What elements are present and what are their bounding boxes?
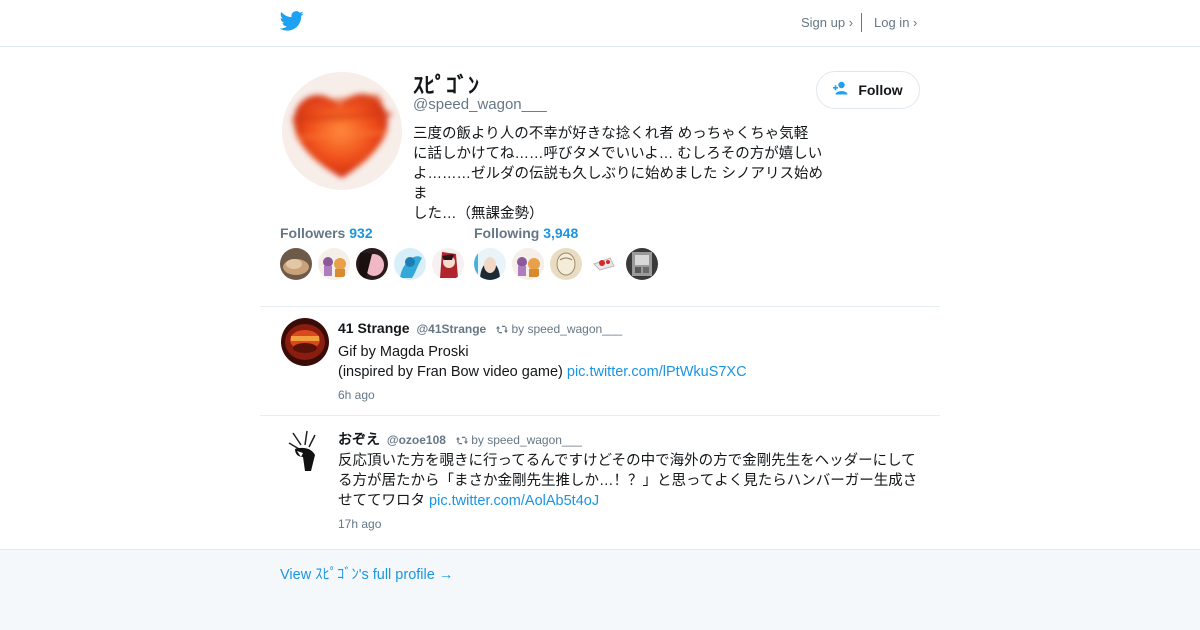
profile-screen-name: @speed_wagon___ [413, 96, 547, 113]
tweet-author-handle[interactable]: @ozoe108 [387, 433, 446, 447]
following-label: Following [474, 225, 540, 241]
following-avatar[interactable] [550, 248, 582, 280]
bio-line: に話しかけてね……呼びタメでいいよ… むしろその方が嬉しい [413, 146, 823, 162]
following-avatar[interactable] [512, 248, 544, 280]
follower-avatar[interactable] [280, 248, 312, 280]
retweeted-by: by speed_wagon___ [471, 433, 582, 447]
sign-up-link[interactable]: Sign up › [801, 15, 853, 30]
tweet-text-line: Gif by Magda Proski [338, 344, 469, 360]
add-user-icon [833, 81, 850, 100]
tweet-timestamp[interactable]: 6h ago [338, 388, 375, 402]
tweet-text-span: 反応頂いた方を覗きに行ってるんですけどその中で海外の方で金剛先生をヘッダーにして… [338, 453, 918, 509]
retweet-info: by speed_wagon___ [496, 322, 622, 336]
bio-line: よ………ゼルダの伝説も久しぶりに始めました シノアリス始めま [413, 166, 824, 202]
following-count: 3,948 [543, 225, 579, 241]
tweet-author: 41 Strange @41Strange by speed_wagon___ [338, 320, 622, 336]
profile-bio: 三度の飯より人の不幸が好きな捻くれ者 めっちゃくちゃ気軽 に話しかけてね……呼び… [413, 124, 833, 224]
follower-avatar[interactable] [318, 248, 350, 280]
top-bar: Sign up › Log in › [0, 0, 1200, 47]
tweet-media-link[interactable]: pic.twitter.com/lPtWkuS7XC [567, 364, 747, 380]
tweet-author-handle[interactable]: @41Strange [416, 322, 486, 336]
follow-button-label: Follow [858, 82, 903, 98]
following-avatar[interactable] [626, 248, 658, 280]
tweet-media-link[interactable]: pic.twitter.com/AolAb5t4oJ [429, 493, 599, 509]
footer: View ｽﾋﾟｺﾞﾝ's full profile → [0, 549, 1200, 630]
log-in-link[interactable]: Log in › [874, 15, 917, 30]
retweeted-by: by speed_wagon___ [511, 322, 623, 336]
tweet-author-name[interactable]: 41 Strange [338, 320, 410, 336]
following-stat[interactable]: Following 3,948 [474, 225, 578, 241]
tweet-text: Gif by Magda Proski (inspired by Fran Bo… [338, 342, 930, 382]
divider [260, 415, 940, 416]
retweet-info: by speed_wagon___ [455, 433, 582, 447]
following-avatar[interactable] [474, 248, 506, 280]
tweet-text: 反応頂いた方を覗きに行ってるんですけどその中で海外の方で金剛先生をヘッダーにして… [338, 451, 930, 511]
twitter-bird-icon[interactable] [279, 11, 304, 31]
bio-line: した…（無課金勢） [413, 206, 544, 222]
follower-avatar[interactable] [432, 248, 464, 280]
tweet-author-name[interactable]: おぞえ [338, 431, 380, 447]
tweet-text-line: (inspired by Fran Bow video game) pic.tw… [338, 362, 930, 382]
tweet-author-avatar[interactable] [281, 318, 329, 366]
follow-button[interactable]: Follow [816, 71, 920, 109]
retweet-icon [496, 322, 511, 336]
tweet-timestamp[interactable]: 17h ago [338, 517, 381, 531]
retweet-icon [455, 433, 471, 447]
following-avatar[interactable] [588, 248, 620, 280]
followers-stat[interactable]: Followers 932 [280, 225, 373, 241]
tweet-text-span: (inspired by Fran Bow video game) [338, 364, 567, 380]
followers-label: Followers [280, 225, 346, 241]
follower-avatar[interactable] [394, 248, 426, 280]
tweet-author: おぞえ @ozoe108 by speed_wagon___ [338, 429, 582, 449]
divider [260, 306, 940, 307]
nav-divider [861, 13, 862, 32]
followers-count: 932 [349, 225, 373, 241]
follower-avatar[interactable] [356, 248, 388, 280]
view-full-profile-link[interactable]: View ｽﾋﾟｺﾞﾝ's full profile → [280, 563, 453, 584]
profile-avatar[interactable] [282, 72, 402, 190]
tweet-author-avatar[interactable] [281, 427, 329, 475]
bio-line: 三度の飯より人の不幸が好きな捻くれ者 めっちゃくちゃ気軽 [413, 126, 809, 142]
